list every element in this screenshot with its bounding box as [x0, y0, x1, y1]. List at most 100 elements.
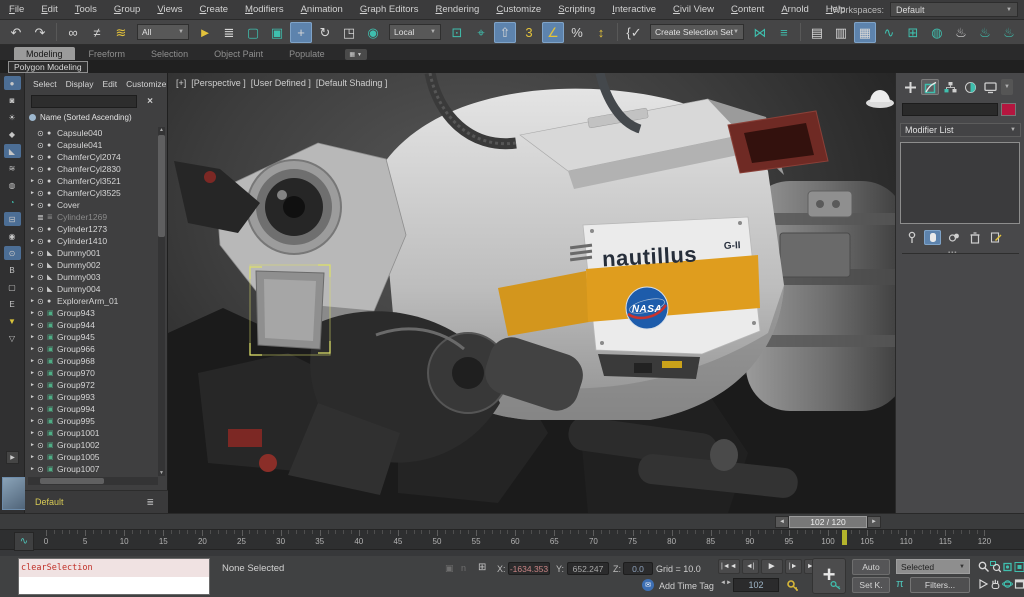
explorer-vertical-scrollbar[interactable]: ▲ ▼	[158, 127, 165, 476]
selection-filter-dropdown[interactable]: All▼	[137, 24, 189, 40]
select-and-rotate-button[interactable]: ↻	[314, 22, 336, 43]
previous-frame-arrow[interactable]: ◄	[775, 516, 789, 528]
filter-custom-toggle[interactable]: ▽	[4, 331, 21, 345]
visibility-eye-icon[interactable]: ⊙	[37, 381, 47, 390]
visibility-eye-icon[interactable]: ⊙	[37, 333, 47, 342]
keyboard-shortcut-override-button[interactable]: ⇧	[494, 22, 516, 43]
expand-icon[interactable]: ►	[30, 370, 37, 376]
zoom-region-button[interactable]	[978, 576, 989, 592]
remove-modifier-button[interactable]	[966, 230, 983, 245]
scrollbar-thumb[interactable]	[40, 478, 104, 484]
tab-hierarchy[interactable]	[941, 79, 959, 95]
go-to-start-button[interactable]: |◄◄	[718, 559, 740, 574]
frame-spinner-icon[interactable]: ◄►	[720, 580, 732, 586]
orbit-button[interactable]	[1002, 576, 1013, 592]
menu-modifiers[interactable]: Modifiers	[245, 4, 284, 15]
expand-icon[interactable]: ►	[30, 406, 37, 412]
explorer-menu-select[interactable]: Select	[33, 79, 57, 89]
current-frame-field[interactable]: 102	[733, 578, 779, 592]
display-xrefs-toggle[interactable]: ◔	[4, 195, 21, 209]
menu-civil-view[interactable]: Civil View	[673, 4, 714, 15]
viewport-menu-pov[interactable]: [Perspective ]	[191, 78, 246, 88]
menu-arnold[interactable]: Arnold	[781, 4, 808, 15]
menu-rendering[interactable]: Rendering	[435, 4, 479, 15]
toggle-layer-explorer-button[interactable]: ▥	[830, 22, 852, 43]
x-coord-field[interactable]: -1634.353	[508, 562, 550, 575]
scroll-up-icon[interactable]: ▲	[158, 127, 165, 133]
play-button[interactable]: ►	[761, 559, 783, 574]
visibility-eye-icon[interactable]: ⊙	[37, 225, 47, 234]
scroll-down-icon[interactable]: ▼	[158, 470, 165, 476]
filter-selected-toggle[interactable]: ▼	[4, 314, 21, 328]
layout-tabs-flyout-arrow[interactable]: ▶	[6, 451, 19, 464]
viewport-menu-general[interactable]: [+]	[176, 78, 186, 88]
y-coord-field[interactable]: 652.247	[567, 562, 609, 575]
expand-icon[interactable]: ►	[30, 178, 37, 184]
expand-icon[interactable]: ►	[30, 454, 37, 460]
track-bar[interactable]: 0510152025303540455055606570758085909510…	[0, 530, 1024, 556]
polygon-modeling-panel-button[interactable]: Polygon Modeling	[8, 61, 88, 73]
visibility-eye-icon[interactable]: ⊙	[37, 429, 47, 438]
display-groups-toggle[interactable]: ⊟	[4, 212, 21, 226]
display-helpers-toggle[interactable]: ◣	[4, 144, 21, 158]
set-keys-button[interactable]: +	[812, 558, 846, 594]
explorer-row[interactable]: ►⊙▣Group945	[25, 331, 158, 343]
visibility-eye-icon[interactable]: ⊙	[37, 165, 47, 174]
scrollbar-thumb[interactable]	[158, 135, 165, 237]
workspace-dropdown[interactable]: Default ▼	[890, 2, 1018, 17]
visibility-eye-icon[interactable]: ⊙	[37, 441, 47, 450]
curve-editor-button[interactable]: ∿	[878, 22, 900, 43]
tab-freeform[interactable]: Freeform	[77, 47, 138, 60]
visibility-eye-icon[interactable]: ⊙	[37, 321, 47, 330]
explorer-row[interactable]: ►⊙●Cover	[25, 199, 158, 211]
visibility-eye-icon[interactable]: ⊙	[37, 309, 47, 318]
snaps-toggle-button[interactable]: 3	[518, 22, 540, 43]
expand-icon[interactable]: ►	[30, 322, 37, 328]
explorer-row[interactable]: ►⊙◣Dummy001	[25, 247, 158, 259]
visibility-eye-icon[interactable]: ⊙	[37, 393, 47, 402]
menu-graph-editors[interactable]: Graph Editors	[360, 4, 419, 15]
tab-modify[interactable]	[921, 79, 939, 95]
expand-icon[interactable]: ►	[30, 190, 37, 196]
explorer-row[interactable]: ⊙●Capsule041	[25, 139, 158, 151]
explorer-row[interactable]: ►⊙▣Group944	[25, 319, 158, 331]
next-frame-button[interactable]: |►	[785, 559, 802, 574]
tab-selection[interactable]: Selection	[139, 47, 200, 60]
display-bones-toggle[interactable]: B	[4, 263, 21, 277]
expand-icon[interactable]: ►	[30, 298, 37, 304]
rendered-frame-window-button[interactable]: ♨	[974, 22, 996, 43]
maxscript-mini-listener[interactable]: clearSelection	[18, 558, 210, 595]
visibility-eye-icon[interactable]: ⊙	[37, 285, 47, 294]
explorer-menu-display[interactable]: Display	[66, 79, 94, 89]
visibility-eye-icon[interactable]: ⊙	[37, 153, 47, 162]
expand-icon[interactable]: ►	[30, 310, 37, 316]
expand-icon[interactable]: ►	[30, 346, 37, 352]
explorer-row[interactable]: ►⊙●Cylinder1273	[25, 223, 158, 235]
visibility-eye-icon[interactable]: ⊙	[37, 141, 47, 150]
show-end-result-button[interactable]	[924, 230, 941, 245]
tab-populate[interactable]: Populate	[277, 47, 337, 60]
set-key-filters-icon[interactable]: π	[896, 578, 904, 590]
visibility-eye-icon[interactable]: ⊙	[37, 129, 47, 138]
explorer-row[interactable]: ►⊙◣Dummy002	[25, 259, 158, 271]
menu-scripting[interactable]: Scripting	[558, 4, 595, 15]
visibility-eye-icon[interactable]: ⊙	[37, 177, 47, 186]
panel-overflow-dropdown[interactable]: ▼	[1001, 79, 1013, 95]
macro-recorder-line[interactable]: clearSelection	[19, 559, 209, 577]
listener-line[interactable]	[19, 577, 209, 594]
explorer-row[interactable]: ►⊙▣Group1005	[25, 451, 158, 463]
close-icon[interactable]: ×	[142, 94, 158, 108]
explorer-row[interactable]: ►⊙▣Group1007	[25, 463, 158, 475]
explorer-row[interactable]: ►⊙▣Group972	[25, 379, 158, 391]
explorer-row[interactable]: ≣≣Cylinder1269	[25, 211, 158, 223]
expand-icon[interactable]: ►	[30, 238, 37, 244]
visibility-eye-icon[interactable]: ⊙	[37, 453, 47, 462]
menu-edit[interactable]: Edit	[41, 4, 57, 15]
expand-icon[interactable]: ►	[30, 430, 37, 436]
rollout-grip[interactable]: ▪▪▪	[948, 250, 957, 256]
menu-content[interactable]: Content	[731, 4, 764, 15]
display-frozen-toggle[interactable]: ▢	[4, 280, 21, 294]
explorer-row[interactable]: ►⊙▣Group1002	[25, 439, 158, 451]
visibility-eye-icon[interactable]: ⊙	[37, 417, 47, 426]
visibility-eye-icon[interactable]: ⊙	[37, 249, 47, 258]
